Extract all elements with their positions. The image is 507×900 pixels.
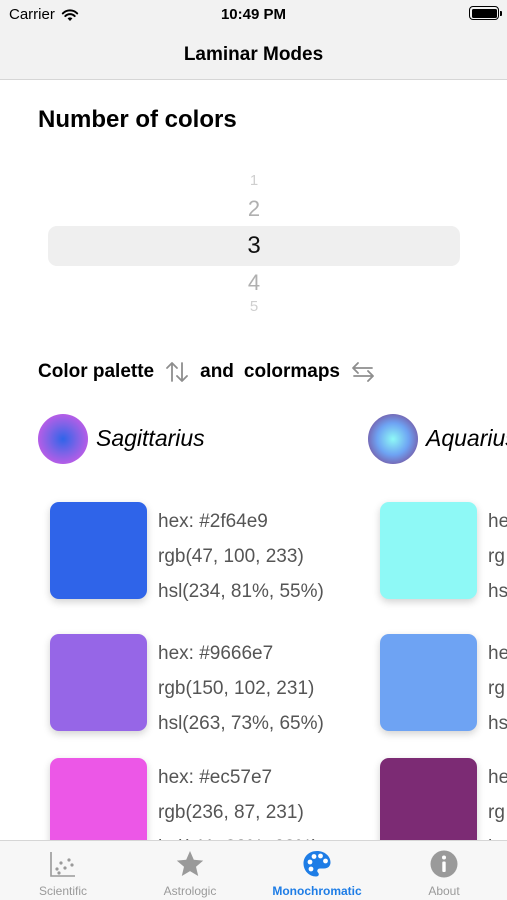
status-time: 10:49 PM [220,6,287,23]
battery-icon [469,6,502,20]
palette-column-aquarius: Aquarius hex rg hs he rg hs he rg hs [368,410,507,840]
palette-icon [303,851,331,877]
tab-label: Monochromatic [272,884,362,898]
color-palette-label: Color palette [38,361,155,382]
palette-header[interactable]: Sagittarius [38,410,368,470]
hex-value: hex: #2f64e9 [158,511,268,532]
hex-value: hex: #9666e7 [158,643,274,664]
tab-scientific[interactable]: Scientific [0,841,126,900]
rgb-value: rgb(236, 87, 231) [158,802,304,823]
palette-name: Aquarius [426,425,507,451]
color-swatch[interactable] [380,502,477,599]
color-values: hex: #9666e7 rgb(150, 102, 231) hsl(263,… [158,636,324,741]
palette-column-sagittarius: Sagittarius hex: #2f64e9 rgb(47, 100, 23… [38,410,368,840]
picker-option-3-selected[interactable]: 3 [48,232,460,260]
hsl-value: hsl(-11, 80%, 63%) [158,830,318,840]
hex-value: he [488,643,507,664]
hex-value: he [488,767,507,788]
number-of-colors-picker[interactable]: 1 2 3 4 5 [48,172,460,322]
tab-monochromatic[interactable]: Monochromatic [254,841,380,900]
and-label: and [200,361,234,382]
rgb-value: rgb(47, 100, 233) [158,546,304,567]
hsl-value: hs [488,830,507,840]
picker-option-4[interactable]: 4 [48,270,460,296]
color-values: he rg hs [488,760,507,840]
hsl-value: hs [488,581,507,602]
color-swatch[interactable] [50,634,147,731]
colormaps-label: colormaps [243,361,340,382]
color-swatch[interactable] [50,502,147,599]
palette-name: Sagittarius [96,425,205,451]
scatter-chart-icon [50,852,75,877]
picker-option-1[interactable]: 1 [48,172,460,189]
tab-label: Astrologic [163,884,217,898]
color-values: hex rg hs [488,504,507,609]
tab-bar: Scientific Astrologic Monochromatic Abou… [0,840,507,900]
rgb-value: rg [488,678,505,699]
info-icon [430,850,458,878]
navigation-bar: Laminar Modes [0,30,507,80]
rgb-value: rgb(150, 102, 231) [158,678,315,699]
color-values: hex: #ec57e7 rgb(236, 87, 231) hsl(-11, … [158,760,318,840]
color-swatch[interactable] [380,634,477,731]
status-bar: Carrier 10:49 PM [0,0,507,30]
swap-vertical-icon[interactable] [164,360,190,384]
palette-orb-icon [38,414,88,464]
main-content[interactable]: Number of colors 1 2 3 4 5 Color palette… [0,80,507,840]
hsl-value: hsl(234, 81%, 55%) [158,581,324,602]
tab-about[interactable]: About [381,841,507,900]
hex-value: hex: #ec57e7 [158,767,273,788]
tab-label: About [428,884,460,898]
star-icon [176,851,204,876]
color-swatch[interactable] [50,758,147,840]
palette-orb-icon [368,414,418,464]
hex-value: hex [488,511,507,532]
color-values: hex: #2f64e9 rgb(47, 100, 233) hsl(234, … [158,504,324,609]
rgb-value: rg [488,802,505,823]
swap-horizontal-icon[interactable] [350,360,376,384]
color-values: he rg hs [488,636,507,741]
palette-header[interactable]: Aquarius [368,410,507,470]
palette-colormap-row: Color palette and colormaps [38,360,386,384]
picker-option-2[interactable]: 2 [48,196,460,222]
nav-title: Laminar Modes [183,43,324,65]
rgb-value: rg [488,546,505,567]
picker-option-5[interactable]: 5 [48,298,460,315]
section-title: Number of colors [38,106,237,133]
color-swatch[interactable] [380,758,477,840]
tab-label: Scientific [38,884,88,898]
hsl-value: hs [488,713,507,734]
tab-astrologic[interactable]: Astrologic [127,841,253,900]
hsl-value: hsl(263, 73%, 65%) [158,713,324,734]
